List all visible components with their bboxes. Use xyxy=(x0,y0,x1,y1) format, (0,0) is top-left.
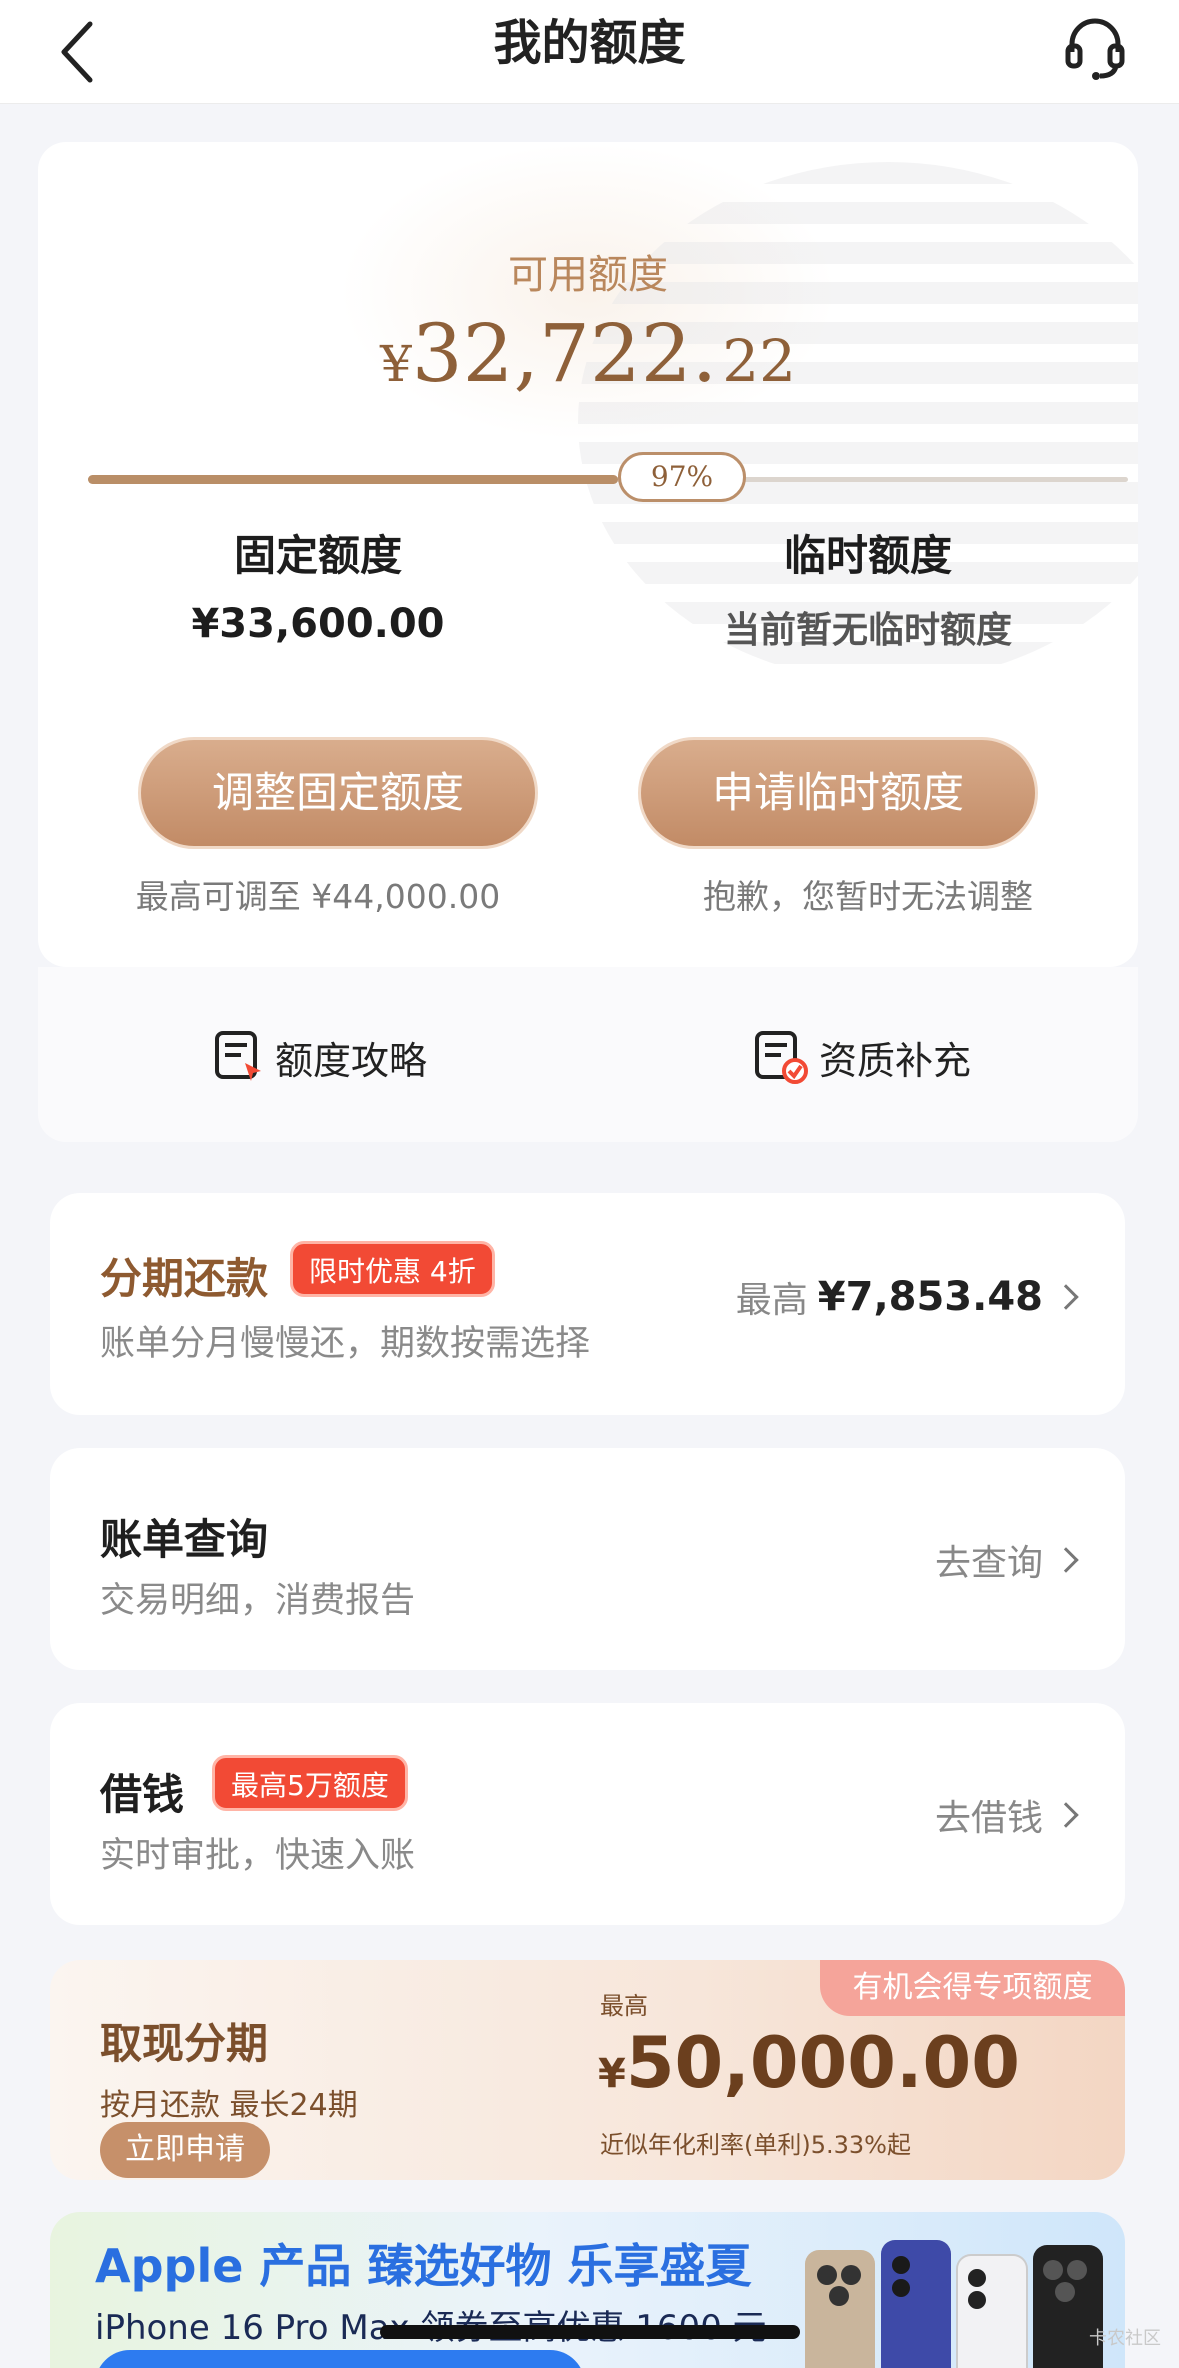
home-indicator xyxy=(380,2325,800,2339)
apply-temp-credit-button[interactable]: 申请临时额度 xyxy=(638,737,1038,849)
credit-tools-row: 额度攻略 资质补充 xyxy=(38,967,1138,1142)
credit-summary-card: 可用额度 ¥32,722. 22 97% 固定额度 ¥33,600.00 临时额… xyxy=(38,142,1138,967)
borrow-action[interactable]: 去借钱 xyxy=(934,1789,1079,1841)
installment-subtitle: 账单分月慢慢还，期数按需选择 xyxy=(100,1324,591,1364)
cash-installment-card[interactable]: 有机会得专项额度 取现分期 按月还款 最长24期 立即申请 最高 ¥50,000… xyxy=(50,1960,1125,2180)
borrow-subtitle: 实时审批，快速入账 xyxy=(100,1836,416,1876)
watermark: 卡农社区 xyxy=(1089,2328,1161,2349)
fixed-credit-title: 固定额度 xyxy=(233,531,402,580)
cash-interest-rate: 近似年化利率(单利)5.33%起 xyxy=(600,2131,911,2159)
currency-symbol: ¥ xyxy=(379,335,412,393)
cash-installment-title: 取现分期 xyxy=(100,2019,269,2068)
borrow-title: 借钱 xyxy=(100,1770,185,1819)
cash-currency-symbol: ¥ xyxy=(598,2051,626,2097)
cash-amount-value: 50,000.00 xyxy=(625,2022,1020,2104)
temp-credit-title: 临时额度 xyxy=(783,531,952,580)
borrow-promo-tag: 最高5万额度 xyxy=(212,1755,408,1811)
promo-action-button[interactable] xyxy=(95,2350,585,2368)
temp-unavailable-note: 抱歉，您暂时无法调整 xyxy=(703,877,1033,916)
available-credit-amount: ¥32,722. 22 xyxy=(38,307,1138,400)
bill-query-subtitle: 交易明细，消费报告 xyxy=(100,1581,416,1621)
credit-guide-label: 额度攻略 xyxy=(275,1038,428,1083)
bill-query-card[interactable]: 账单查询 交易明细，消费报告 去查询 xyxy=(50,1448,1125,1670)
installment-max-value: ¥7,853.48 xyxy=(817,1274,1043,1320)
installment-title: 分期还款 xyxy=(100,1254,269,1303)
installment-max-amount: 最高 ¥7,853.48 xyxy=(735,1271,1079,1323)
chevron-right-icon xyxy=(1053,1547,1079,1573)
apple-promo-banner[interactable]: Apple 产品 臻选好物 乐享盛夏 iPhone 16 Pro Max 领券至… xyxy=(50,2212,1125,2368)
adjust-limit-note: 最高可调至 ¥44,000.00 xyxy=(135,877,501,916)
cash-max-amount: ¥50,000.00 xyxy=(598,2022,1020,2104)
installment-max-prefix: 最高 xyxy=(735,1280,808,1321)
qualification-supplement-icon xyxy=(755,1031,808,1084)
bill-query-action-label: 去查询 xyxy=(934,1543,1043,1584)
chevron-right-icon xyxy=(1053,1284,1079,1310)
credit-guide-link[interactable]: 额度攻略 xyxy=(213,1027,427,1087)
page-title: 我的额度 xyxy=(493,15,686,71)
temp-credit-column: 临时额度 当前暂无临时额度 xyxy=(598,522,1138,653)
customer-service-headset-icon[interactable] xyxy=(1060,12,1130,82)
iphone-product-image xyxy=(805,2240,1103,2368)
credit-usage-percent-badge: 97% xyxy=(618,452,746,502)
cash-installment-subtitle: 按月还款 最长24期 xyxy=(100,2088,358,2123)
cash-max-label: 最高 xyxy=(600,1992,648,2020)
adjust-fixed-credit-button[interactable]: 调整固定额度 xyxy=(138,737,538,849)
bill-query-title: 账单查询 xyxy=(100,1515,269,1564)
installment-promo-tag: 限时优惠 4折 xyxy=(290,1241,495,1297)
credit-usage-bar-fill xyxy=(88,475,618,484)
credit-guide-icon xyxy=(215,1031,261,1081)
fixed-credit-value: ¥33,600.00 xyxy=(191,601,445,647)
qualification-supplement-link[interactable]: 资质补充 xyxy=(753,1027,971,1087)
available-credit-label: 可用额度 xyxy=(508,252,668,298)
special-credit-tag: 有机会得专项额度 xyxy=(820,1960,1125,2016)
apply-now-button[interactable]: 立即申请 xyxy=(100,2122,270,2178)
temp-credit-value: 当前暂无临时额度 xyxy=(723,610,1012,651)
bill-query-action[interactable]: 去查询 xyxy=(934,1534,1079,1586)
promo-title: Apple 产品 臻选好物 乐享盛夏 xyxy=(95,2239,752,2293)
chevron-right-icon xyxy=(1053,1802,1079,1828)
available-amount-decimal: 22 xyxy=(722,327,797,395)
available-amount-integer: 32,722. xyxy=(411,307,718,400)
top-nav-bar: 我的额度 xyxy=(0,0,1179,104)
credit-usage-bar xyxy=(88,475,1128,484)
fixed-credit-column: 固定额度 ¥33,600.00 xyxy=(48,522,588,647)
borrow-card[interactable]: 借钱 最高5万额度 实时审批，快速入账 去借钱 xyxy=(50,1703,1125,1925)
borrow-action-label: 去借钱 xyxy=(934,1798,1043,1839)
qualification-supplement-label: 资质补充 xyxy=(819,1038,972,1083)
installment-repay-card[interactable]: 分期还款 限时优惠 4折 账单分月慢慢还，期数按需选择 最高 ¥7,853.48 xyxy=(50,1193,1125,1415)
